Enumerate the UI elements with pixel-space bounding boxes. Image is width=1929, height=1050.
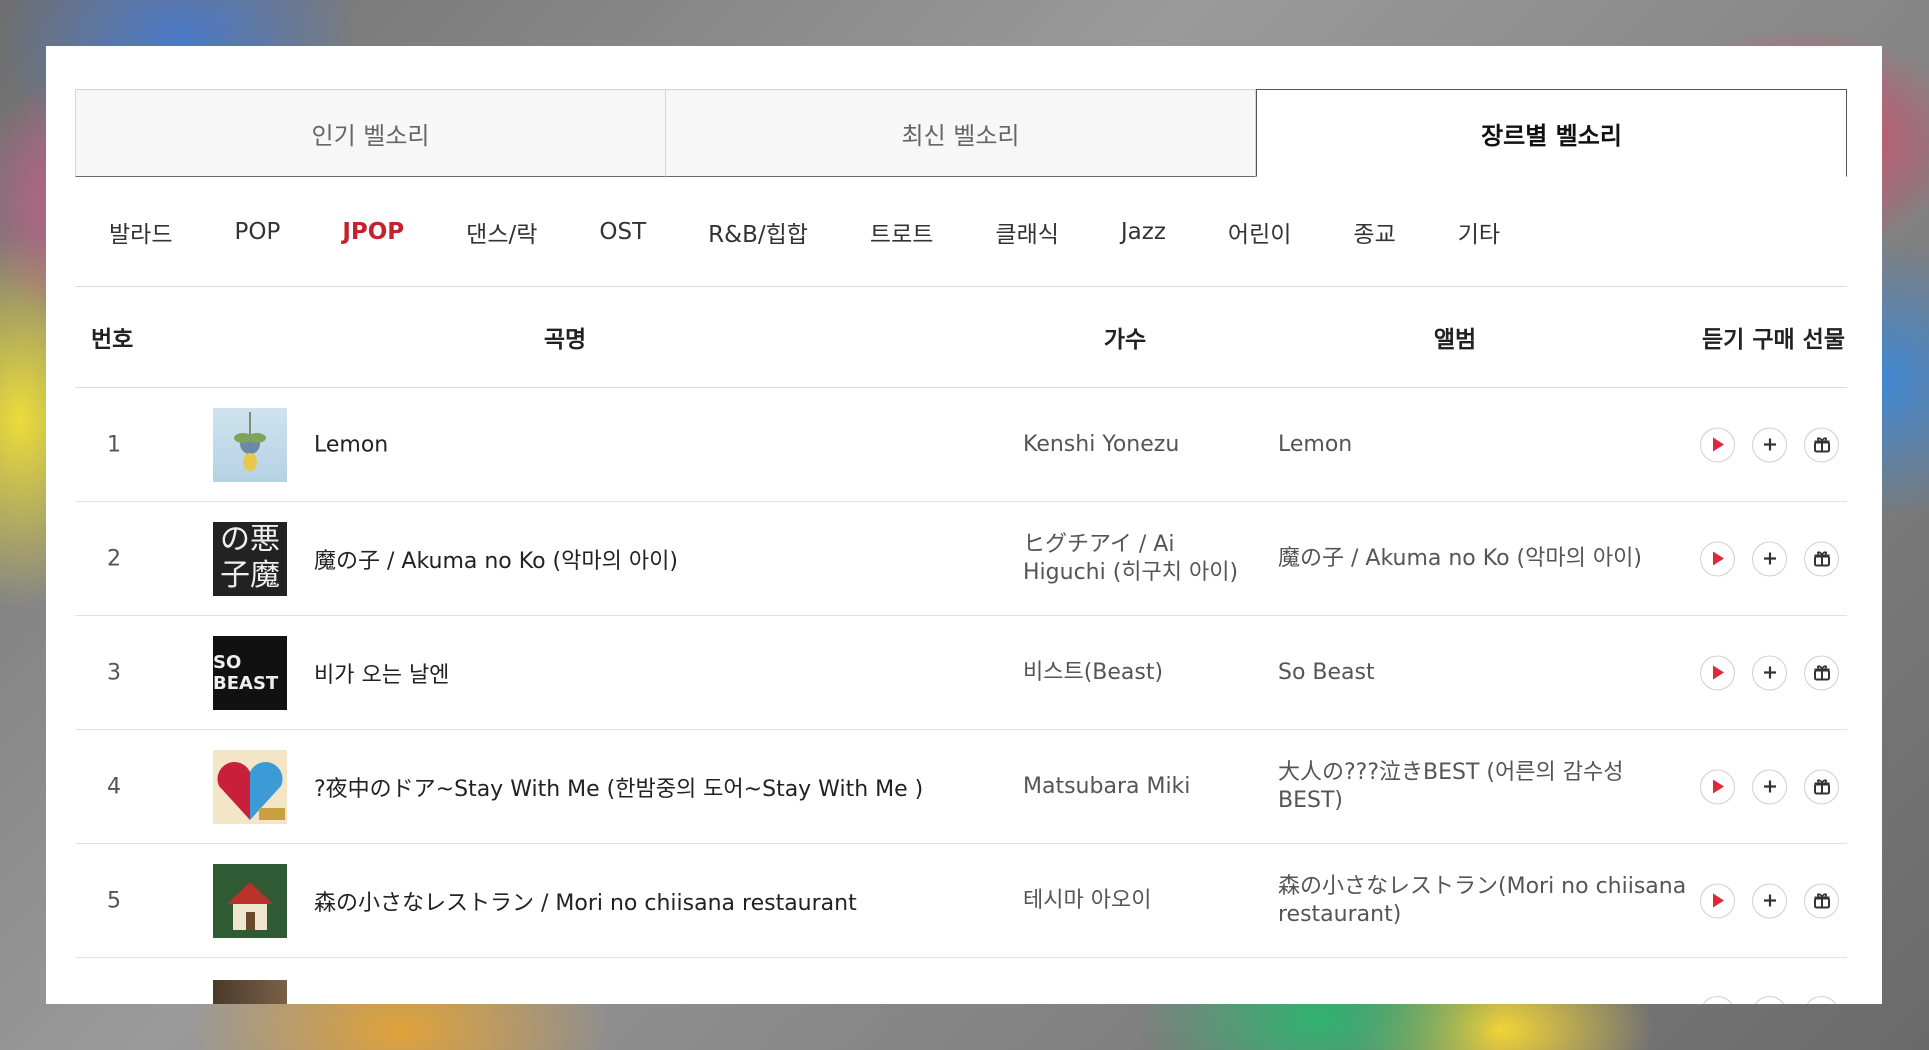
gift-button[interactable] bbox=[1804, 883, 1839, 918]
song-title[interactable]: 森の小さなレストラン / Mori no chiisana restaurant bbox=[314, 885, 1014, 917]
row-actions bbox=[1700, 996, 1839, 1004]
table-row bbox=[75, 958, 1847, 1004]
play-button[interactable] bbox=[1700, 655, 1735, 690]
gift-icon bbox=[1813, 893, 1830, 909]
header-no: 번호 bbox=[91, 327, 134, 353]
content: 인기 벨소리 최신 벨소리 장르별 벨소리 발라드 POP JPOP 댄스/락 … bbox=[75, 89, 1847, 1004]
play-icon bbox=[1712, 779, 1724, 794]
add-button[interactable] bbox=[1752, 883, 1787, 918]
header-title: 곡명 bbox=[543, 327, 587, 353]
row-number: 4 bbox=[107, 774, 121, 799]
play-icon bbox=[1712, 893, 1724, 908]
album-cover bbox=[213, 863, 287, 938]
add-button[interactable] bbox=[1752, 996, 1787, 1004]
album-name[interactable]: So Beast bbox=[1278, 659, 1688, 687]
play-icon bbox=[1712, 437, 1724, 452]
plus-icon bbox=[1763, 780, 1776, 793]
album-cover bbox=[213, 407, 287, 482]
add-button[interactable] bbox=[1752, 655, 1787, 690]
gift-button[interactable] bbox=[1804, 996, 1839, 1004]
plus-icon bbox=[1763, 894, 1776, 907]
artist-name[interactable]: Matsubara Miki bbox=[1023, 773, 1258, 801]
genre-jazz[interactable]: Jazz bbox=[1121, 219, 1166, 245]
row-number: 2 bbox=[107, 546, 121, 571]
add-button[interactable] bbox=[1752, 769, 1787, 804]
genre-dance-rock[interactable]: 댄스/락 bbox=[466, 215, 537, 249]
album-name[interactable]: 森の小さなレストラン(Mori no chiisana restaurant) bbox=[1278, 873, 1688, 929]
plus-icon bbox=[1763, 552, 1776, 565]
row-actions bbox=[1700, 769, 1839, 804]
row-number: 5 bbox=[107, 888, 121, 913]
gift-button[interactable] bbox=[1804, 541, 1839, 576]
artist-name[interactable]: 비스트(Beast) bbox=[1023, 659, 1258, 687]
tab-latest[interactable]: 최신 벨소리 bbox=[666, 89, 1256, 177]
gift-icon bbox=[1813, 437, 1830, 453]
artist-name[interactable]: 테시마 아오이 bbox=[1023, 887, 1258, 915]
genre-nav: 발라드 POP JPOP 댄스/락 OST R&B/힙합 트로트 클래식 Jaz… bbox=[75, 177, 1847, 287]
plus-icon bbox=[1763, 438, 1776, 451]
genre-ballad[interactable]: 발라드 bbox=[109, 215, 172, 249]
table-row: 4 ?夜中のドア~Stay With Me (한밤중의 도어~Stay With… bbox=[75, 730, 1847, 844]
album-name[interactable]: 魔の子 / Akuma no Ko (악마의 아이) bbox=[1278, 545, 1688, 573]
gift-button[interactable] bbox=[1804, 427, 1839, 462]
gift-button[interactable] bbox=[1804, 655, 1839, 690]
genre-classic[interactable]: 클래식 bbox=[995, 215, 1058, 249]
add-button[interactable] bbox=[1752, 427, 1787, 462]
table-row: 3 SO BEAST 비가 오는 날엔 비스트(Beast) So Beast bbox=[75, 616, 1847, 730]
song-title[interactable]: 魔の子 / Akuma no Ko (악마의 아이) bbox=[314, 543, 1014, 575]
album-name[interactable]: Lemon bbox=[1278, 431, 1688, 459]
row-actions bbox=[1700, 655, 1839, 690]
gift-icon bbox=[1813, 551, 1830, 567]
row-actions bbox=[1700, 883, 1839, 918]
genre-kids[interactable]: 어린이 bbox=[1228, 215, 1291, 249]
play-icon bbox=[1712, 551, 1724, 566]
album-cover bbox=[213, 749, 287, 824]
album-cover bbox=[213, 980, 287, 1004]
header-artist: 가수 bbox=[1103, 327, 1147, 353]
row-actions bbox=[1700, 541, 1839, 576]
artist-name[interactable]: ヒグチアイ / Ai Higuchi (히구치 아이) bbox=[1023, 531, 1258, 587]
genre-trot[interactable]: 트로트 bbox=[870, 215, 933, 249]
plus-icon bbox=[1763, 666, 1776, 679]
play-button[interactable] bbox=[1700, 883, 1735, 918]
add-button[interactable] bbox=[1752, 541, 1787, 576]
tab-genre[interactable]: 장르별 벨소리 bbox=[1256, 89, 1847, 177]
gift-button[interactable] bbox=[1804, 769, 1839, 804]
genre-pop[interactable]: POP bbox=[234, 219, 280, 245]
main-tabs: 인기 벨소리 최신 벨소리 장르별 벨소리 bbox=[75, 89, 1847, 177]
row-actions bbox=[1700, 427, 1839, 462]
table-header: 번호 곡명 가수 앨범 듣기 구매 선물 bbox=[75, 287, 1847, 388]
album-cover: SO BEAST bbox=[213, 635, 287, 710]
genre-etc[interactable]: 기타 bbox=[1458, 215, 1500, 249]
header-album: 앨범 bbox=[1433, 327, 1477, 353]
ringtone-panel: 인기 벨소리 최신 벨소리 장르별 벨소리 발라드 POP JPOP 댄스/락 … bbox=[46, 46, 1882, 1004]
play-button[interactable] bbox=[1700, 769, 1735, 804]
tab-popular[interactable]: 인기 벨소리 bbox=[75, 89, 666, 177]
song-title[interactable]: 비가 오는 날엔 bbox=[314, 657, 1014, 689]
row-number: 1 bbox=[107, 432, 121, 457]
play-button[interactable] bbox=[1700, 427, 1735, 462]
artist-name[interactable]: Kenshi Yonezu bbox=[1023, 431, 1258, 459]
play-button[interactable] bbox=[1700, 541, 1735, 576]
song-title[interactable]: Lemon bbox=[314, 432, 1014, 457]
play-button[interactable] bbox=[1700, 996, 1735, 1004]
genre-ost[interactable]: OST bbox=[599, 219, 646, 245]
genre-jpop[interactable]: JPOP bbox=[342, 219, 404, 245]
album-name[interactable]: 大人の???泣きBEST (어른의 감수성 BEST) bbox=[1278, 759, 1688, 815]
row-number: 3 bbox=[107, 660, 121, 685]
genre-religion[interactable]: 종교 bbox=[1353, 215, 1395, 249]
table-row: 2 の悪子魔 魔の子 / Akuma no Ko (악마의 아이) ヒグチアイ … bbox=[75, 502, 1847, 616]
header-actions: 듣기 구매 선물 bbox=[1702, 327, 1845, 353]
play-icon bbox=[1712, 665, 1724, 680]
table-row: 5 森の小さなレストラン / Mori no chiisana restaura… bbox=[75, 844, 1847, 958]
gift-icon bbox=[1813, 779, 1830, 795]
gift-icon bbox=[1813, 665, 1830, 681]
song-title[interactable]: ?夜中のドア~Stay With Me (한밤중의 도어~Stay With M… bbox=[314, 771, 1014, 803]
table-row: 1 Lemon Kenshi Yonezu Lemon bbox=[75, 388, 1847, 502]
album-cover: の悪子魔 bbox=[213, 521, 287, 596]
genre-rnb-hiphop[interactable]: R&B/힙합 bbox=[708, 215, 808, 249]
